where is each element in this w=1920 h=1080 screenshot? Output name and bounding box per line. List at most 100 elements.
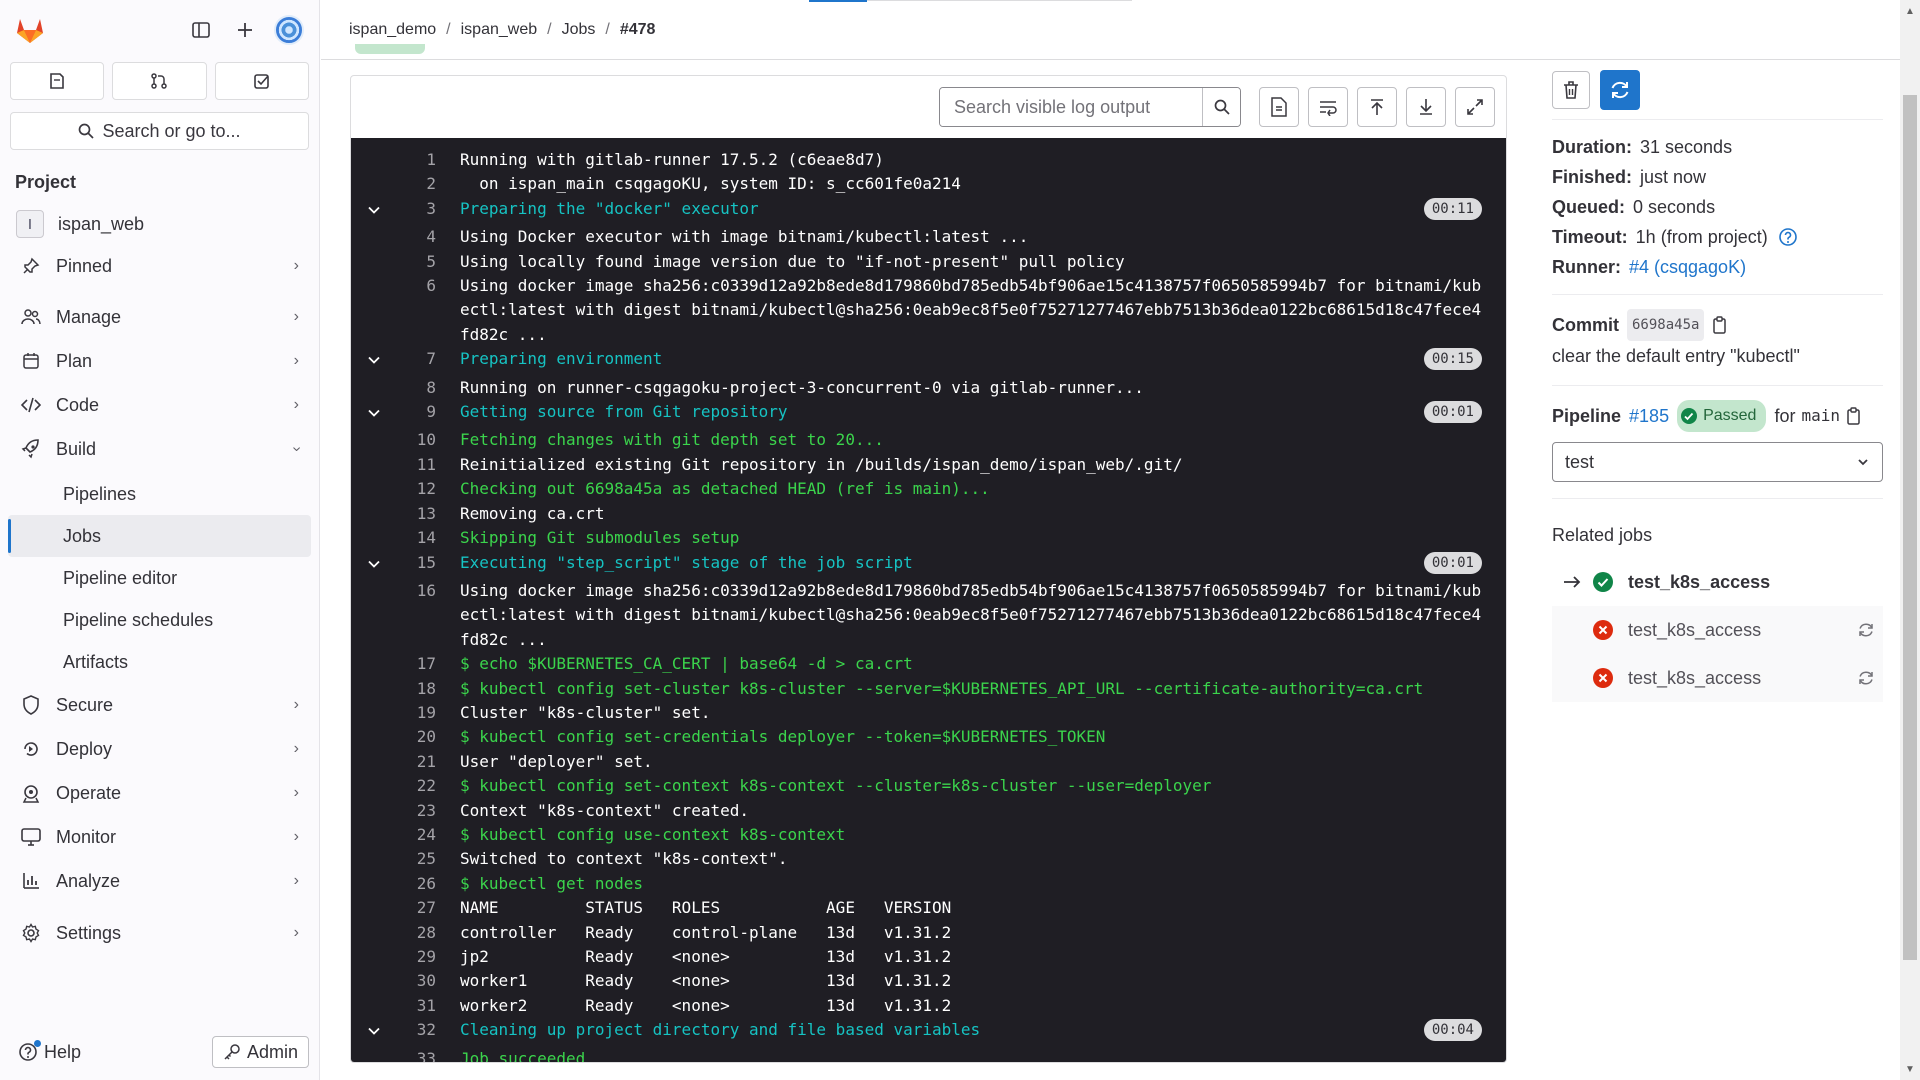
chevron-down-icon[interactable]: [351, 347, 396, 375]
branch-name[interactable]: main: [1801, 401, 1840, 431]
scroll-up-arrow-icon[interactable]: ▲: [1900, 2, 1920, 20]
scrollbar-thumb[interactable]: [1903, 95, 1917, 960]
line-number[interactable]: 16: [396, 579, 436, 652]
line-number[interactable]: 14: [396, 526, 436, 550]
line-number[interactable]: 23: [396, 799, 436, 823]
nav-sub-pipeline-editor[interactable]: Pipeline editor: [8, 557, 311, 599]
sidebar-toggle-icon[interactable]: [181, 10, 221, 50]
page-scrollbar[interactable]: ▲ ▼: [1900, 0, 1920, 1080]
line-number[interactable]: 20: [396, 725, 436, 749]
nav-item-settings[interactable]: Settings ›: [0, 911, 319, 955]
line-number[interactable]: 26: [396, 872, 436, 896]
question-icon[interactable]: [1778, 227, 1798, 247]
nav-item-deploy[interactable]: Deploy ›: [0, 727, 319, 771]
line-number[interactable]: 24: [396, 823, 436, 847]
related-job[interactable]: test_k8s_access: [1552, 606, 1883, 654]
copy-branch-icon[interactable]: [1846, 407, 1862, 425]
line-number[interactable]: 32: [396, 1018, 436, 1046]
line-number[interactable]: 2: [396, 172, 436, 196]
nav-item-secure[interactable]: Secure ›: [0, 683, 319, 727]
scroll-top-button[interactable]: [1357, 87, 1397, 127]
breadcrumb-jobs[interactable]: Jobs: [562, 21, 596, 39]
help-button[interactable]: Help: [18, 1039, 212, 1063]
line-number[interactable]: 11: [396, 453, 436, 477]
line-number[interactable]: 1: [396, 148, 436, 172]
line-number[interactable]: 29: [396, 945, 436, 969]
stage-dropdown[interactable]: test: [1552, 442, 1883, 482]
line-number[interactable]: 19: [396, 701, 436, 725]
scroll-down-arrow-icon[interactable]: ▼: [1900, 1060, 1920, 1078]
line-number[interactable]: 21: [396, 750, 436, 774]
breadcrumb-job-id[interactable]: #478: [620, 21, 656, 39]
merge-requests-button[interactable]: [112, 62, 207, 100]
related-job-current[interactable]: test_k8s_access: [1552, 558, 1883, 606]
commit-sha[interactable]: 6698a45a: [1627, 309, 1705, 341]
retry-icon[interactable]: [1857, 621, 1875, 639]
nav-item-build[interactable]: Build ›: [0, 427, 319, 471]
show-raw-button[interactable]: [1259, 87, 1299, 127]
nav-sub-jobs[interactable]: Jobs: [8, 515, 311, 557]
line-number[interactable]: 6: [396, 274, 436, 347]
nav-item-code[interactable]: Code ›: [0, 383, 319, 427]
nav-sub-artifacts[interactable]: Artifacts: [8, 641, 311, 683]
line-number[interactable]: 8: [396, 376, 436, 400]
create-new-icon[interactable]: [225, 10, 265, 50]
log-search-input[interactable]: [940, 88, 1202, 126]
wrap-lines-button[interactable]: [1308, 87, 1348, 127]
chevron-down-icon[interactable]: [351, 551, 396, 579]
runner-link[interactable]: #4 (csqgagoK): [1629, 252, 1746, 282]
gitlab-logo-icon[interactable]: [10, 10, 50, 50]
nav-item-analyze[interactable]: Analyze ›: [0, 859, 319, 903]
line-number[interactable]: 22: [396, 774, 436, 798]
user-avatar[interactable]: [269, 10, 309, 50]
chevron-down-icon[interactable]: [351, 197, 396, 225]
line-number[interactable]: 28: [396, 921, 436, 945]
log-section-header[interactable]: 15 Executing "step_script" stage of the j…: [351, 551, 1506, 579]
nav-item-operate[interactable]: Operate ›: [0, 771, 319, 815]
nav-sub-pipeline-schedules[interactable]: Pipeline schedules: [8, 599, 311, 641]
log-search-button[interactable]: [1202, 88, 1240, 126]
project-link[interactable]: I ispan_web: [8, 207, 311, 241]
line-number[interactable]: 10: [396, 428, 436, 452]
related-job[interactable]: test_k8s_access: [1552, 654, 1883, 702]
chevron-down-icon[interactable]: [351, 1018, 396, 1046]
line-number[interactable]: 3: [396, 197, 436, 225]
line-number[interactable]: 18: [396, 677, 436, 701]
log-section-header[interactable]: 9 Getting source from Git repository 00:01: [351, 400, 1506, 428]
line-number[interactable]: 30: [396, 969, 436, 993]
nav-sub-pipelines[interactable]: Pipelines: [8, 473, 311, 515]
retry-job-button[interactable]: [1600, 69, 1640, 110]
issues-button[interactable]: [10, 62, 105, 100]
line-number[interactable]: 31: [396, 994, 436, 1018]
line-number[interactable]: 25: [396, 847, 436, 871]
line-number[interactable]: 17: [396, 652, 436, 676]
status-badge[interactable]: Passed: [1677, 400, 1767, 432]
retry-icon[interactable]: [1857, 669, 1875, 687]
search-button[interactable]: Search or go to...: [10, 112, 309, 150]
nav-item-monitor[interactable]: Monitor ›: [0, 815, 319, 859]
line-number[interactable]: 13: [396, 502, 436, 526]
line-number[interactable]: 5: [396, 250, 436, 274]
nav-item-manage[interactable]: Manage ›: [0, 295, 319, 339]
erase-log-button[interactable]: [1552, 70, 1590, 109]
breadcrumb-project[interactable]: ispan_web: [461, 21, 538, 39]
log-section-header[interactable]: 7 Preparing environment 00:15: [351, 347, 1506, 375]
nav-item-plan[interactable]: Plan ›: [0, 339, 319, 383]
line-number[interactable]: 27: [396, 896, 436, 920]
breadcrumb-group[interactable]: ispan_demo: [349, 21, 436, 39]
chevron-down-icon[interactable]: [351, 400, 396, 428]
line-number[interactable]: 15: [396, 551, 436, 579]
log-section-header[interactable]: 32 Cleaning up project directory and file…: [351, 1018, 1506, 1046]
fullscreen-button[interactable]: [1455, 87, 1495, 127]
line-number[interactable]: 7: [396, 347, 436, 375]
line-number[interactable]: 33: [396, 1047, 436, 1062]
todos-button[interactable]: [214, 62, 309, 100]
nav-item-pinned[interactable]: Pinned ›: [0, 245, 319, 287]
line-number[interactable]: 9: [396, 400, 436, 428]
scroll-bottom-button[interactable]: [1406, 87, 1446, 127]
line-number[interactable]: 4: [396, 225, 436, 249]
line-number[interactable]: 12: [396, 477, 436, 501]
copy-icon[interactable]: [1712, 316, 1728, 334]
pipeline-link[interactable]: #185: [1629, 401, 1669, 431]
log-section-header[interactable]: 3 Preparing the "docker" executor 00:11: [351, 197, 1506, 225]
